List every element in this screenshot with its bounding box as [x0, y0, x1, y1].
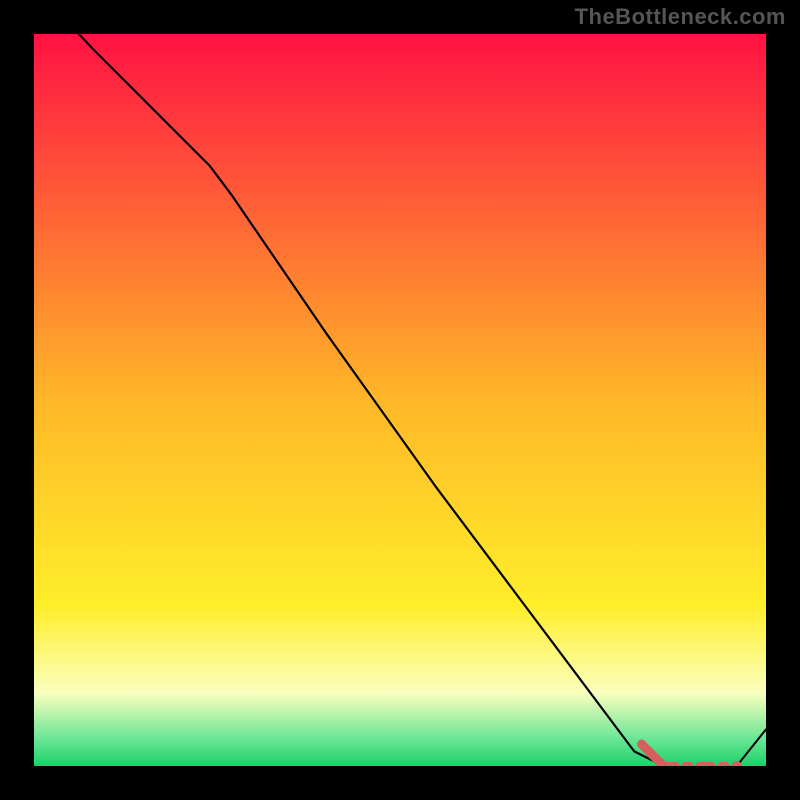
- chart-svg: [34, 34, 766, 766]
- plot-area: [34, 34, 766, 766]
- watermark-text: TheBottleneck.com: [575, 4, 786, 30]
- gradient-background: [34, 34, 766, 766]
- chart-container: TheBottleneck.com: [0, 0, 800, 800]
